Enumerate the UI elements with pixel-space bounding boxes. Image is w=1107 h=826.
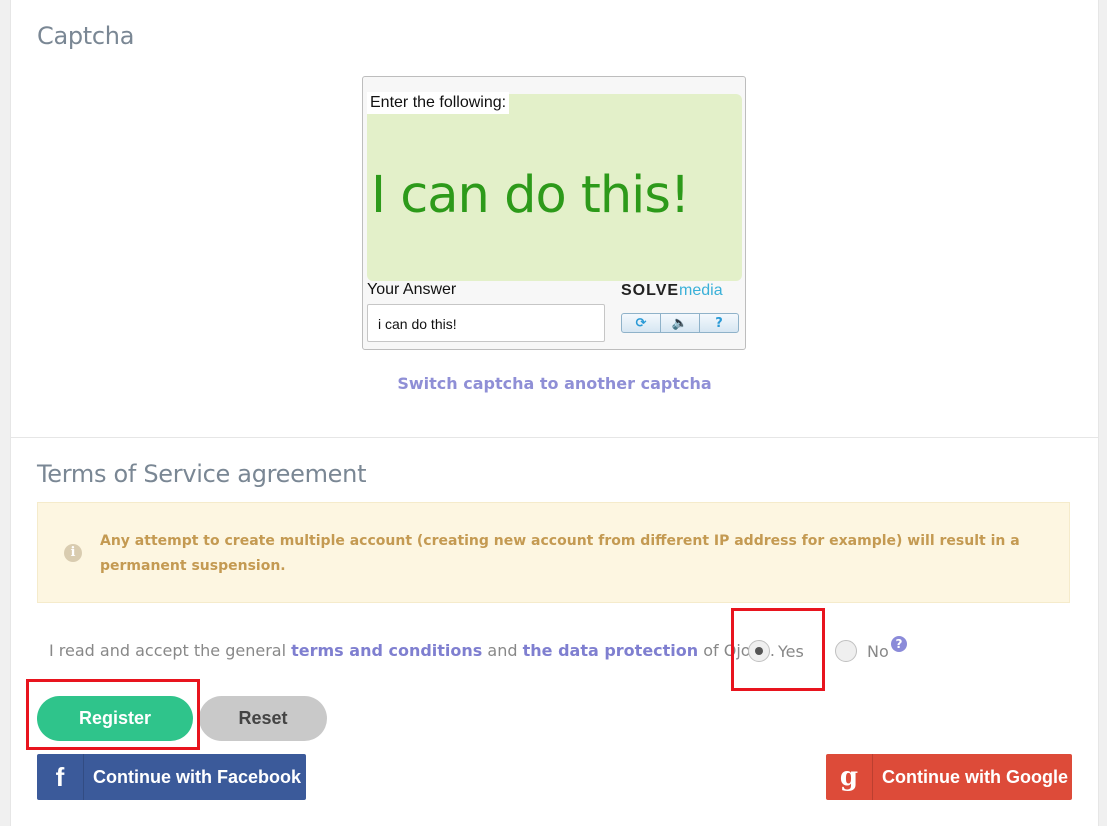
section-divider xyxy=(11,437,1098,438)
alert-text: Any attempt to create multiple account (… xyxy=(100,533,1020,574)
info-icon: i xyxy=(64,544,82,562)
reset-button[interactable]: Reset xyxy=(199,696,327,741)
solvemedia-logo: SOLVEmedia xyxy=(621,282,723,300)
terms-section-title: Terms of Service agreement xyxy=(37,460,367,488)
refresh-icon[interactable]: ⟳ xyxy=(622,314,661,332)
accept-no-radio[interactable] xyxy=(835,640,857,662)
captcha-answer-input[interactable]: i can do this! xyxy=(367,304,605,342)
facebook-icon: f xyxy=(37,754,84,800)
facebook-login-button[interactable]: f Continue with Facebook xyxy=(37,754,306,800)
help-icon[interactable]: ? xyxy=(700,314,738,332)
switch-captcha-link[interactable]: Switch captcha to another captcha xyxy=(11,374,1098,393)
yes-highlight-box xyxy=(731,608,825,691)
google-icon: g xyxy=(826,754,873,800)
facebook-button-label: Continue with Facebook xyxy=(93,766,302,787)
register-highlight-box xyxy=(26,679,200,750)
google-button-label: Continue with Google xyxy=(882,766,1068,787)
terms-and: and xyxy=(482,641,523,660)
solvemedia-logo-part1: SOLVE xyxy=(621,282,680,299)
warning-alert: i Any attempt to create multiple account… xyxy=(37,502,1070,603)
audio-icon[interactable]: 🔈 xyxy=(661,314,700,332)
captcha-section-title: Captcha xyxy=(37,22,135,50)
question-icon[interactable]: ? xyxy=(891,636,907,652)
accept-no-label: No xyxy=(867,642,889,661)
answer-label: Your Answer xyxy=(367,281,457,298)
terms-acceptance-text: I read and accept the general terms and … xyxy=(49,641,775,660)
captcha-phrase: I can do this! xyxy=(371,166,690,225)
terms-prefix: I read and accept the general xyxy=(49,641,292,660)
terms-and-conditions-link[interactable]: terms and conditions xyxy=(291,641,482,660)
solvemedia-logo-part2: media xyxy=(679,282,723,299)
captcha-instruction: Enter the following: xyxy=(367,92,510,114)
registration-panel: Captcha I can do this! Enter the followi… xyxy=(10,0,1099,826)
data-protection-link[interactable]: the data protection xyxy=(523,641,699,660)
captcha-widget: I can do this! Enter the following: Your… xyxy=(362,76,746,350)
google-login-button[interactable]: g Continue with Google xyxy=(826,754,1072,800)
captcha-image: I can do this! xyxy=(367,94,742,281)
captcha-controls: ⟳ 🔈 ? xyxy=(621,313,739,333)
